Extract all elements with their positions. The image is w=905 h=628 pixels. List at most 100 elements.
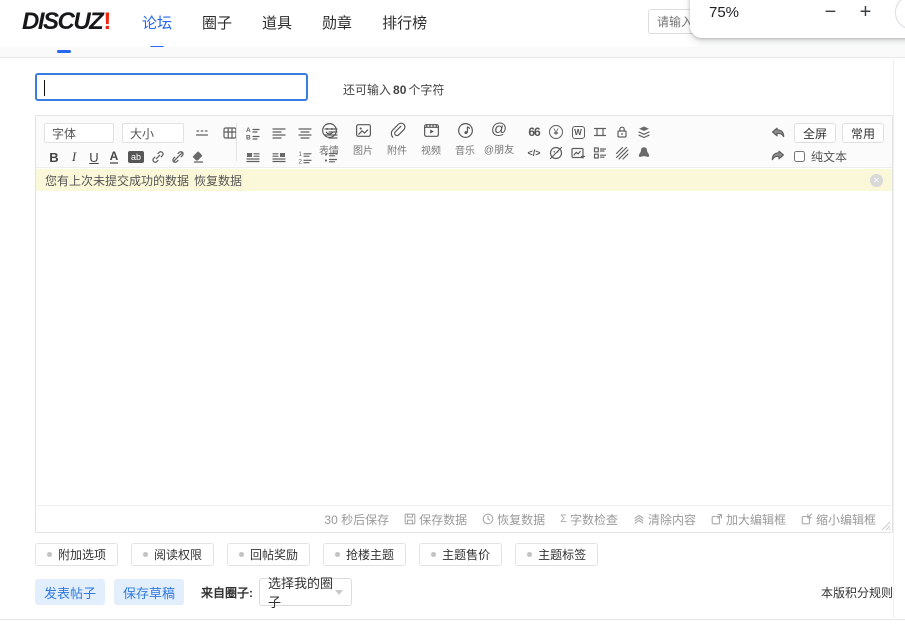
logo-text: DISCUZ — [22, 8, 102, 35]
option-reply-reward[interactable]: 回帖奖励 — [227, 543, 310, 566]
option-read-permission[interactable]: 阅读权限 — [131, 543, 214, 566]
restore-data-notice: 您有上次未提交成功的数据 恢复数据 ✕ — [36, 169, 892, 191]
enlarge-editor-button[interactable]: 加大编辑框 — [711, 511, 786, 528]
zoom-in-button[interactable]: + — [852, 0, 879, 26]
price-icon[interactable]: ¥ — [545, 122, 567, 142]
post-editor: 字体 大小 B I U A ab AB 12 — [35, 115, 893, 533]
remove-format-icon[interactable] — [188, 147, 208, 167]
shrink-editor-button[interactable]: 缩小编辑框 — [801, 511, 876, 528]
close-notice-icon[interactable]: ✕ — [870, 174, 883, 187]
editor-mode-controls: 全屏 常用 纯文本 — [768, 123, 884, 169]
pagination-icon[interactable] — [589, 122, 611, 142]
restore-data-button[interactable]: 恢复数据 — [482, 511, 545, 528]
shrink-icon — [801, 513, 813, 525]
remove-link-icon[interactable] — [168, 147, 188, 167]
image-edit-icon[interactable] — [567, 143, 589, 163]
subheader-strip — [0, 47, 905, 58]
option-dot-icon — [527, 552, 532, 557]
zoom-reset-button[interactable]: 重置 — [895, 0, 905, 29]
option-floor-grab[interactable]: 抢楼主题 — [323, 543, 406, 566]
save-draft-button[interactable]: 保存草稿 — [114, 579, 184, 605]
circle-select[interactable]: 选择我的圈子 — [259, 578, 352, 606]
quote-icon[interactable]: 66 — [523, 122, 545, 142]
option-dot-icon — [431, 552, 436, 557]
highlight-color-icon[interactable]: ab — [124, 147, 148, 167]
nav-item-forum[interactable]: 论坛 — [135, 12, 179, 41]
option-dot-icon — [239, 552, 244, 557]
save-icon — [404, 513, 416, 525]
float-left-icon[interactable] — [243, 147, 263, 167]
main-nav: 论坛 圈子 道具 勋章 排行榜 — [135, 12, 434, 41]
hidden-content-lock-icon[interactable] — [611, 122, 633, 142]
editor-toolbar: 字体 大小 B I U A ab AB 12 — [36, 116, 892, 168]
layout-template-icon[interactable] — [589, 143, 611, 163]
resize-handle[interactable] — [880, 520, 891, 531]
emoticon-button[interactable]: 表情 — [312, 121, 346, 157]
video-icon — [422, 121, 441, 140]
code-icon[interactable]: </> — [523, 143, 545, 163]
attachment-button[interactable]: 附件 — [380, 121, 414, 157]
font-family-select[interactable]: 字体 — [44, 123, 114, 143]
insert-table-icon[interactable] — [220, 123, 240, 143]
message-body-area[interactable] — [36, 191, 892, 505]
music-button[interactable]: 音乐 — [448, 121, 482, 157]
tab-indicator — [57, 50, 71, 53]
font-size-select[interactable]: 大小 — [122, 123, 184, 143]
subject-input[interactable] — [35, 73, 308, 101]
word-paste-icon[interactable]: W — [567, 122, 589, 142]
restore-data-link[interactable]: 恢复数据 — [194, 172, 242, 189]
fullscreen-button[interactable]: 全屏 — [794, 123, 836, 143]
hatch-background-icon[interactable] — [611, 143, 633, 163]
clock-icon — [482, 513, 494, 525]
paperclip-icon — [388, 121, 407, 140]
nav-item-props[interactable]: 道具 — [255, 12, 299, 41]
option-extra-settings[interactable]: 附加选项 — [35, 543, 118, 566]
chevron-down-icon — [335, 590, 343, 595]
nav-item-medal[interactable]: 勋章 — [315, 12, 359, 41]
clear-content-button[interactable]: 清除内容 — [633, 511, 696, 528]
sigma-icon: Σ — [560, 513, 567, 525]
option-thread-price[interactable]: 主题售价 — [419, 543, 502, 566]
svg-text:A: A — [246, 127, 251, 134]
save-data-button[interactable]: 保存数据 — [404, 511, 467, 528]
discuz-logo[interactable]: DISCUZ! — [22, 8, 110, 36]
thread-options-row: 附加选项 阅读权限 回帖奖励 抢楼主题 主题售价 主题标签 — [35, 543, 598, 566]
bold-icon[interactable]: B — [44, 147, 64, 167]
redo-icon[interactable] — [768, 146, 788, 166]
credit-rules-link[interactable]: 本版积分规则 — [821, 584, 893, 601]
char-counter: 还可输入80个字符 — [343, 81, 444, 98]
horizontal-rule-icon[interactable] — [192, 123, 212, 143]
char-counter-value: 80 — [391, 83, 408, 97]
enlarge-icon — [711, 513, 723, 525]
qq-penguin-icon[interactable] — [633, 143, 655, 163]
word-count-button[interactable]: Σ 字数检查 — [560, 511, 618, 528]
undo-icon[interactable] — [768, 123, 788, 143]
image-button[interactable]: 图片 — [346, 121, 380, 157]
at-icon: @ — [491, 121, 507, 139]
underline-icon[interactable]: U — [84, 147, 104, 167]
common-tools-button[interactable]: 常用 — [842, 123, 884, 143]
video-button[interactable]: 视频 — [414, 121, 448, 157]
float-right-icon[interactable] — [269, 147, 289, 167]
zoom-out-button[interactable]: − — [817, 0, 844, 26]
font-color-icon[interactable]: A — [104, 147, 124, 167]
layers-icon[interactable] — [633, 122, 655, 142]
from-circle-label: 来自圈子: — [201, 584, 253, 601]
option-dot-icon — [335, 552, 340, 557]
line-height-icon[interactable]: AB — [243, 123, 263, 143]
toolbar-separator — [236, 123, 237, 161]
option-thread-tags[interactable]: 主题标签 — [515, 543, 598, 566]
nav-item-ranking[interactable]: 排行榜 — [375, 12, 434, 41]
yen-glyph: ¥ — [549, 125, 563, 139]
align-left-icon[interactable] — [269, 123, 289, 143]
insert-link-icon[interactable] — [148, 147, 168, 167]
plaintext-checkbox[interactable] — [794, 151, 805, 162]
option-dot-icon — [47, 552, 52, 557]
nav-item-circle[interactable]: 圈子 — [195, 12, 239, 41]
mention-friend-button[interactable]: @ @朋友 — [482, 121, 516, 157]
publish-button[interactable]: 发表帖子 — [35, 579, 105, 605]
page-right-edge — [893, 59, 894, 618]
option-dot-icon — [143, 552, 148, 557]
italic-icon[interactable]: I — [64, 147, 84, 167]
disable-smilies-icon[interactable] — [545, 143, 567, 163]
